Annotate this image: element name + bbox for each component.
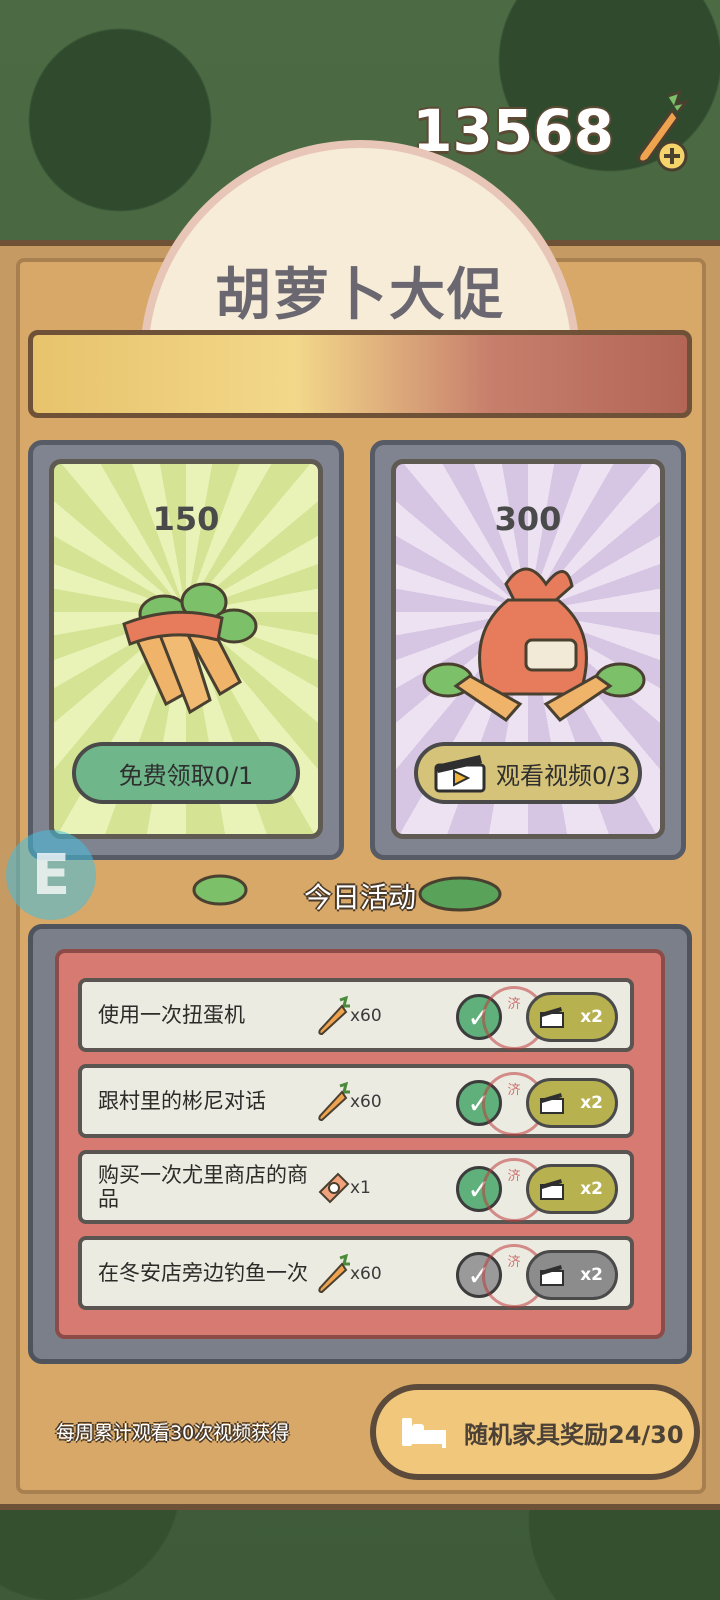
offer-card-face: 150 免费领取0/1 [49, 459, 323, 839]
double-reward-label: x2 [580, 1093, 603, 1113]
offer-card-face: 300 观看视频0/3 [391, 459, 665, 839]
task-name: 在冬安店旁边钓鱼一次 [98, 1260, 308, 1285]
stamp-text: 济 [507, 1255, 521, 1270]
offer-amount: 150 [152, 500, 220, 538]
double-reward-button[interactable]: x2 [526, 1078, 618, 1128]
offer-card-free[interactable]: 150 免费领取0/1 [28, 440, 344, 860]
ticket-icon [314, 1168, 352, 1208]
task-reward-qty: x60 [350, 1264, 382, 1284]
carrot-bundle-icon [54, 544, 318, 734]
watch-video-label: 观看视频0/3 [496, 761, 631, 790]
clapperboard-icon [539, 1263, 565, 1287]
claim-free-label: 免费领取0/1 [118, 761, 254, 790]
daily-activity-title: 今日活动 [303, 881, 416, 914]
clapperboard-icon [539, 1091, 565, 1115]
carrot-icon [314, 1253, 352, 1294]
carrot-icon [314, 1081, 352, 1122]
task-name: 购买一次尤里商店的商品 [98, 1162, 308, 1211]
stamp-text: 济 [507, 1083, 521, 1098]
clapperboard-icon [539, 1177, 565, 1201]
bed-icon [398, 1412, 450, 1452]
banner-cloud-base [28, 330, 692, 418]
offer-card-video[interactable]: 300 观看视频0/3 [370, 440, 686, 860]
double-reward-button[interactable]: x2 [526, 1164, 618, 1214]
task-reward-qty: x1 [350, 1178, 371, 1198]
carrot-plus-icon[interactable] [628, 88, 692, 174]
offer-amount: 300 [494, 500, 562, 538]
carrot-count: 13568 [412, 97, 614, 165]
claim-free-button[interactable]: 免费领取0/1 [72, 742, 300, 804]
task-name: 跟村里的彬尼对话 [98, 1088, 266, 1113]
watch-video-button[interactable]: 观看视频0/3 [414, 742, 642, 804]
furniture-reward-button[interactable]: 随机家具奖励24/30 [370, 1384, 700, 1480]
double-reward-button[interactable]: x2 [526, 1250, 618, 1300]
furniture-reward-label: 随机家具奖励24/30 [464, 1420, 684, 1449]
task-row[interactable]: 在冬安店旁边钓鱼一次 x60 ✓ 济 x2 [78, 1236, 634, 1310]
stamp-text: 济 [507, 997, 521, 1012]
carrot-icon [314, 995, 352, 1036]
task-reward-qty: x60 [350, 1092, 382, 1112]
double-reward-button[interactable]: x2 [526, 992, 618, 1042]
task-name: 使用一次扭蛋机 [98, 1002, 245, 1027]
weekly-video-note: 每周累计观看30次视频获得 [56, 1422, 290, 1444]
task-row[interactable]: 购买一次尤里商店的商品 x1 ✓ 济 x2 [78, 1150, 634, 1224]
clapperboard-icon [539, 1005, 565, 1029]
double-reward-label: x2 [580, 1007, 603, 1027]
clapperboard-icon [432, 751, 488, 795]
carrot-bag-icon [396, 544, 660, 734]
double-reward-label: x2 [580, 1265, 603, 1285]
task-row[interactable]: 跟村里的彬尼对话 x60 ✓ 济 x2 [78, 1064, 634, 1138]
double-reward-label: x2 [580, 1179, 603, 1199]
task-row[interactable]: 使用一次扭蛋机 x60 ✓ 济 x2 [78, 978, 634, 1052]
page-title: 胡萝卜大促 [215, 263, 505, 328]
task-reward-qty: x60 [350, 1006, 382, 1026]
stamp-text: 济 [507, 1169, 521, 1184]
